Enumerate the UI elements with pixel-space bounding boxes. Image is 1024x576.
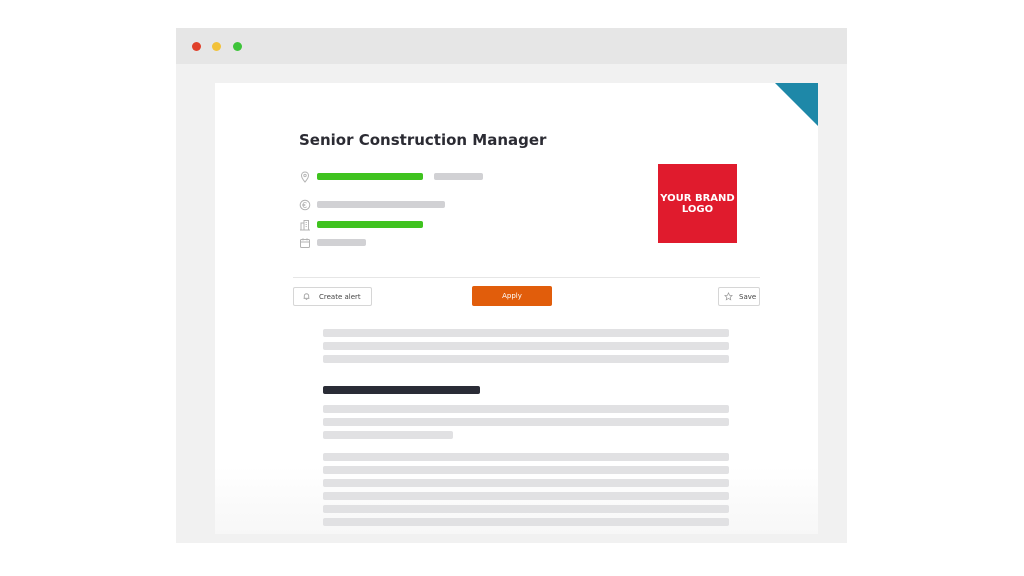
description-line (323, 431, 453, 439)
close-dot[interactable] (192, 42, 201, 51)
star-icon (724, 292, 733, 301)
description-line (323, 342, 729, 350)
description-line (323, 418, 729, 426)
description-line (323, 405, 729, 413)
brand-logo-line-1: YOUR BRAND (660, 192, 735, 204)
title-bar (176, 28, 847, 64)
description-line (323, 518, 729, 526)
description-line (323, 355, 729, 363)
location-value-placeholder (317, 173, 423, 180)
browser-window: Senior Construction Manager YOUR BRAND L… (176, 28, 847, 543)
date-value-placeholder (317, 239, 366, 246)
location-pin-icon (299, 171, 311, 183)
corner-ribbon (775, 83, 818, 126)
description-line (323, 453, 729, 461)
location-extra-placeholder (434, 173, 483, 180)
description-line (323, 492, 729, 500)
minimize-dot[interactable] (212, 42, 221, 51)
job-title: Senior Construction Manager (299, 131, 547, 149)
create-alert-button[interactable]: Create alert (293, 287, 372, 306)
currency-icon (299, 199, 311, 211)
brand-logo: YOUR BRAND LOGO (658, 164, 737, 243)
header-divider (293, 277, 760, 278)
description-line (323, 505, 729, 513)
calendar-icon (299, 237, 311, 249)
job-posting-page: Senior Construction Manager YOUR BRAND L… (215, 83, 818, 534)
save-button[interactable]: Save (718, 287, 760, 306)
section-heading-placeholder (323, 386, 480, 394)
description-line (323, 479, 729, 487)
alert-bell-icon (302, 292, 311, 301)
salary-value-placeholder (317, 201, 445, 208)
save-label: Save (739, 292, 757, 301)
create-alert-label: Create alert (319, 292, 361, 301)
brand-logo-line-2: LOGO (681, 203, 714, 215)
maximize-dot[interactable] (233, 42, 242, 51)
building-icon (299, 219, 311, 231)
description-line (323, 466, 729, 474)
description-line (323, 329, 729, 337)
apply-button[interactable]: Apply (472, 286, 552, 306)
industry-value-placeholder (317, 221, 423, 228)
